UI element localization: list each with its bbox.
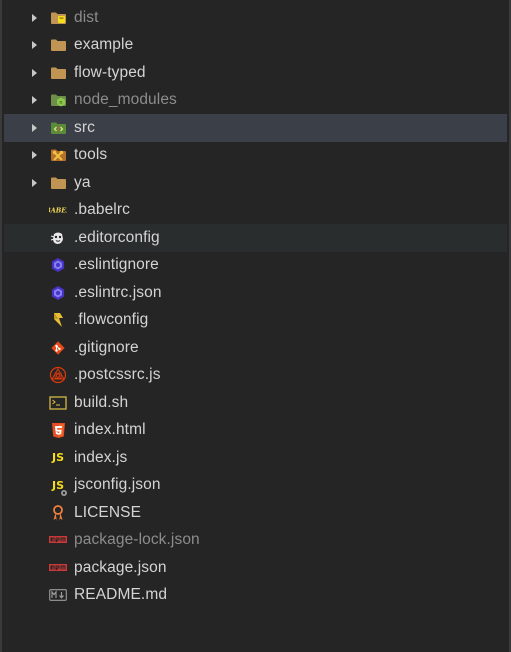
file-tree: dist example flow-typed n node_modulessrc too… [4, 4, 507, 609]
svg-text:n: n [59, 100, 62, 106]
postcss-icon [49, 366, 67, 384]
folder-node-icon: n [49, 91, 67, 109]
chevron-right-icon[interactable] [30, 68, 38, 78]
folder-row-node-modules[interactable]: n node_modules [4, 87, 507, 115]
folder-row-flow-typed[interactable]: flow-typed [4, 59, 507, 87]
file-label: package-lock.json [74, 531, 200, 549]
svg-text:BABEL: BABEL [49, 207, 67, 215]
file-label: build.sh [74, 393, 129, 411]
file-row-index-html[interactable]: index.html [4, 417, 507, 445]
chevron-right-icon[interactable] [30, 150, 38, 160]
html5-icon [49, 421, 67, 439]
file-explorer-panel: dist example flow-typed n node_modulessrc too… [0, 0, 511, 652]
folder-icon [49, 64, 67, 82]
markdown-icon [49, 586, 67, 604]
file-row-dot-babelrc[interactable]: BABEL .babelrc [4, 197, 507, 225]
file-row-dot-eslintrc-json[interactable]: .eslintrc.json [4, 279, 507, 307]
folder-label: tools [74, 146, 108, 164]
file-row-package-json[interactable]: package.json [4, 554, 507, 582]
folder-icon [49, 174, 67, 192]
file-label: .flowconfig [74, 311, 149, 329]
folder-tools-icon [49, 146, 67, 164]
file-row-license[interactable]: LICENSE [4, 499, 507, 527]
file-row-dot-flowconfig[interactable]: .flowconfig [4, 307, 507, 335]
file-label: index.html [74, 421, 146, 439]
file-label: .editorconfig [74, 228, 160, 246]
eslint-icon [49, 284, 67, 302]
editorconfig-icon [49, 229, 67, 247]
folder-row-dist[interactable]: dist [4, 4, 507, 32]
chevron-right-icon[interactable] [30, 13, 38, 23]
file-row-build-sh[interactable]: build.sh [4, 389, 507, 417]
npm-icon [49, 559, 67, 577]
npm-icon [49, 531, 67, 549]
file-row-dot-postcssrc-js[interactable]: .postcssrc.js [4, 362, 507, 390]
file-row-dot-gitignore[interactable]: .gitignore [4, 334, 507, 362]
file-label: package.json [74, 558, 167, 576]
file-label: .postcssrc.js [74, 366, 161, 384]
babel-icon: BABEL [49, 201, 67, 219]
folder-label: src [74, 118, 95, 136]
folder-src-icon [49, 119, 67, 137]
file-row-jsconfig-json[interactable]: JS jsconfig.json [4, 472, 507, 500]
folder-dist-icon [49, 9, 67, 27]
file-row-index-js[interactable]: JS index.js [4, 444, 507, 472]
file-label: LICENSE [74, 503, 142, 521]
flow-icon [49, 311, 67, 329]
folder-label: dist [74, 8, 99, 26]
javascript-icon: JS [49, 449, 67, 467]
file-label: .eslintignore [74, 256, 159, 274]
license-icon [49, 504, 67, 522]
file-row-dot-editorconfig[interactable]: .editorconfig [4, 224, 507, 252]
chevron-right-icon[interactable] [30, 40, 38, 50]
folder-row-tools[interactable]: tools [4, 142, 507, 170]
javascript-glyph: JS [51, 451, 64, 465]
file-label: .eslintrc.json [74, 283, 162, 301]
shell-icon [49, 394, 67, 412]
folder-label: example [74, 36, 134, 54]
file-label: index.js [74, 448, 128, 466]
git-icon [49, 339, 67, 357]
file-label: jsconfig.json [74, 476, 161, 494]
jsconfig-icon: JS [49, 476, 67, 497]
file-row-readme-md[interactable]: README.md [4, 582, 507, 610]
eslint-icon [49, 256, 67, 274]
folder-label: flow-typed [74, 63, 146, 81]
file-label: .babelrc [74, 201, 130, 219]
file-row-package-lock-json[interactable]: package-lock.json [4, 527, 507, 555]
folder-row-src[interactable]: src [4, 114, 507, 142]
folder-icon [49, 36, 67, 54]
file-row-dot-eslintignore[interactable]: .eslintignore [4, 252, 507, 280]
folder-label: node_modules [74, 91, 177, 109]
chevron-right-icon[interactable] [30, 95, 38, 105]
folder-row-ya[interactable]: ya [4, 169, 507, 197]
file-label: README.md [74, 586, 168, 604]
folder-row-example[interactable]: example [4, 32, 507, 60]
folder-label: ya [74, 173, 91, 191]
chevron-right-icon[interactable] [30, 123, 38, 133]
file-label: .gitignore [74, 338, 139, 356]
chevron-right-icon[interactable] [30, 178, 38, 188]
